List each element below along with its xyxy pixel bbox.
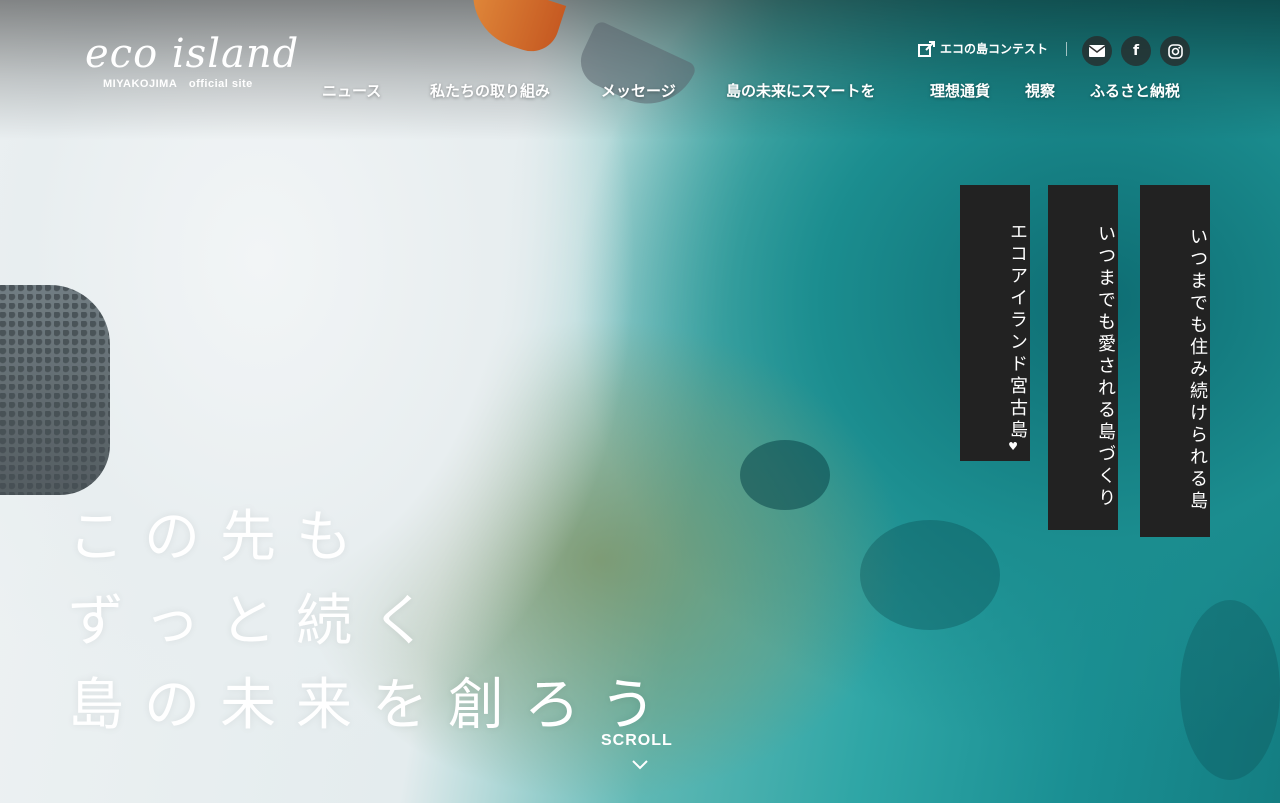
external-link-icon	[918, 40, 935, 57]
vertical-tag-livable-island[interactable]: いつまでも住み続けられる島	[1140, 185, 1210, 537]
contest-link[interactable]: エコの島コンテスト	[918, 40, 1048, 57]
nav-furusato-tax[interactable]: ふるさと納税	[1090, 80, 1180, 101]
nav-smart-future[interactable]: 島の未来にスマートを	[726, 80, 876, 101]
vertical-tag-label: エコアイランド宮古島	[1007, 222, 1028, 442]
vertical-tag-label: いつまでも住み続けられる島	[1187, 227, 1208, 513]
facebook-icon[interactable]: f	[1121, 36, 1151, 66]
mail-icon[interactable]	[1082, 36, 1112, 66]
site-logo[interactable]: eco island MIYAKOJIMA official site	[85, 30, 299, 90]
vertical-tag-loved-island[interactable]: いつまでも愛される島づくり	[1048, 185, 1118, 530]
nav-inspection[interactable]: 視察	[1025, 80, 1055, 101]
header-divider	[1066, 42, 1067, 56]
vertical-tag-eco-island[interactable]: エコアイランド宮古島 ♥	[960, 185, 1030, 461]
chevron-down-icon[interactable]	[632, 760, 648, 770]
sea-spot	[860, 520, 1000, 630]
nav-initiatives[interactable]: 私たちの取り組み	[430, 80, 550, 101]
sea-spot	[740, 440, 830, 510]
heart-icon: ♥	[1008, 440, 1022, 453]
hero-line-3: 島の未来を創ろう	[68, 673, 676, 738]
logo-wordmark: eco island	[85, 31, 300, 77]
contest-link-label: エコの島コンテスト	[940, 42, 1049, 56]
nav-message[interactable]: メッセージ	[601, 80, 676, 101]
hero-line-1: この先も	[68, 505, 372, 570]
hero-line-2: ずっと続く	[68, 589, 448, 654]
logo-subtitle: MIYAKOJIMA official site	[103, 78, 299, 90]
logo-tag: official site	[188, 78, 253, 90]
sea-spot	[1180, 600, 1280, 780]
nav-ideal-currency[interactable]: 理想通貨	[930, 80, 990, 101]
logo-place: MIYAKOJIMA	[103, 78, 178, 90]
nav-news[interactable]: ニュース	[322, 80, 381, 101]
scroll-label[interactable]: SCROLL	[601, 732, 673, 750]
reef-rock	[0, 285, 110, 495]
instagram-icon[interactable]	[1160, 36, 1190, 66]
vertical-tag-label: いつまでも愛される島づくり	[1095, 223, 1116, 510]
